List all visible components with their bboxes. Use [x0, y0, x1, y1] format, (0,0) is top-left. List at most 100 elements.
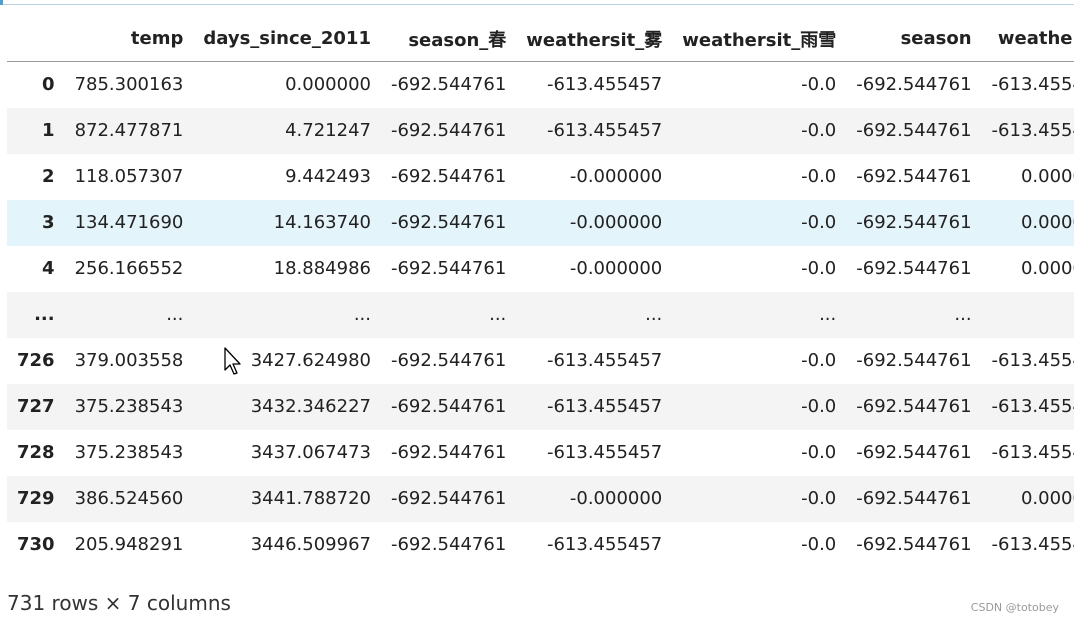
table-cell: 3446.509967 [250, 534, 371, 555]
table-cell: -0.000000 [569, 258, 663, 279]
table-cell: -613.455457 [546, 350, 663, 371]
table-cell: -692.544761 [856, 488, 972, 509]
column-header-season-spring: season_春 [380, 16, 517, 62]
column-header-weathersit-fog: weathersit_雾 [516, 16, 673, 62]
table-cell: 9.442493 [285, 166, 371, 187]
table-row: 2 118.057307 9.442493 -692.544761 -0.000000 -… [7, 154, 1074, 200]
table-cell: -692.544761 [390, 350, 507, 371]
table-row: 1 872.477871 4.721247 -692.544761 -613.45545… [7, 107, 1074, 154]
table-cell: -613.455457 [991, 350, 1074, 371]
table-cell: -613.455457 [991, 120, 1074, 141]
table-cell: 0.000000 [1020, 166, 1074, 187]
watermark: CSDN @totobey [970, 601, 1059, 614]
table-cell: -692.544761 [856, 74, 972, 96]
row-index: 726 [17, 350, 55, 371]
table-cell: -692.544761 [856, 120, 972, 141]
table-cell: -692.544761 [856, 350, 972, 371]
column-header-days-since-2011: days_since_2011 [193, 16, 381, 62]
table-cell: -692.544761 [856, 166, 972, 187]
column-header-index [7, 16, 65, 62]
table-row: 727 375.238543 3432.346227 -692.544761 -613.… [7, 383, 1074, 430]
table-cell: -0.0 [801, 258, 837, 279]
table-cell: -0.0 [801, 534, 837, 555]
table-cell: 14.163740 [273, 212, 371, 233]
table-row: 4 256.166552 18.884986 -692.544761 -0.000000… [7, 246, 1074, 292]
table-row: ........................ [7, 291, 1074, 338]
table-cell: 3441.788720 [250, 488, 371, 509]
row-index: 727 [17, 396, 55, 417]
table-row: 730 205.948291 3446.509967 -692.544761 -613.… [7, 522, 1074, 568]
table-cell: 4.721247 [285, 120, 371, 141]
table-cell: 18.884986 [273, 258, 371, 279]
table-cell: -613.455457 [546, 120, 663, 141]
table-cell: -613.455457 [546, 442, 663, 463]
column-header-weathersit: weathersit [981, 16, 1074, 62]
table-cell: 0.000000 [1020, 258, 1074, 279]
table-cell: 379.003558 [74, 350, 184, 371]
row-index: ... [34, 304, 55, 325]
row-index: 2 [42, 166, 55, 187]
table-cell: -692.544761 [856, 258, 972, 279]
table-cell: -692.544761 [390, 212, 507, 233]
table-cell: -0.000000 [569, 488, 663, 509]
table-cell: -613.455457 [991, 396, 1074, 417]
table-cell: ... [982, 292, 1074, 338]
table-cell: -0.0 [801, 350, 837, 371]
table-cell: 0.000000 [1020, 212, 1074, 233]
header-row: temp days_since_2011 season_春 weathersit… [7, 16, 1074, 62]
table-cell: -692.544761 [390, 120, 507, 141]
column-header-temp: temp [64, 16, 194, 62]
table-cell: 3427.624980 [250, 350, 371, 371]
table-cell: 256.166552 [74, 258, 184, 279]
table-cell: -0.0 [801, 166, 837, 187]
dataframe-table: temp days_since_2011 season_春 weathersit… [7, 16, 1074, 568]
table-cell: -613.455457 [546, 534, 663, 555]
table-cell: 375.238543 [74, 396, 184, 417]
column-header-season: season [846, 16, 982, 62]
table-cell: -0.0 [801, 74, 837, 96]
table-cell: -692.544761 [390, 488, 507, 509]
table-cell: 118.057307 [74, 166, 184, 187]
table-row: 3 134.471690 14.163740 -692.544761 -0.000000… [7, 199, 1074, 246]
mouse-pointer-icon [224, 347, 241, 375]
row-index: 1 [42, 120, 55, 141]
row-index: 3 [42, 212, 55, 233]
table-row: 729 386.524560 3441.788720 -692.544761 -0.00… [7, 475, 1074, 522]
table-cell: 0.000000 [1020, 488, 1074, 509]
table-cell: 0.000000 [285, 74, 371, 96]
table-cell: 785.300163 [74, 74, 184, 96]
table-cell: -692.544761 [390, 258, 507, 279]
cell-output-border [0, 0, 1074, 5]
table-cell: -613.455457 [991, 74, 1074, 96]
table-cell: -0.0 [801, 488, 837, 509]
table-cell: -692.544761 [390, 396, 507, 417]
table-row: 726 379.003558 3427.624980 -692.544761 -613.… [7, 338, 1074, 384]
row-index: 729 [17, 488, 55, 509]
table-cell: ... [166, 304, 184, 325]
table-cell: -0.0 [801, 396, 837, 417]
table-cell: -0.000000 [569, 212, 663, 233]
table-cell: -692.544761 [390, 74, 507, 96]
table-cell: 205.948291 [74, 534, 184, 555]
table-cell: 3437.067473 [250, 442, 371, 463]
table-cell: -692.544761 [390, 442, 507, 463]
table-cell: 872.477871 [74, 120, 184, 141]
row-index: 4 [42, 258, 55, 279]
table-cell: ... [819, 304, 837, 325]
table-cell: -613.455457 [991, 534, 1074, 555]
table-cell: -692.544761 [856, 534, 972, 555]
table-cell: -613.455457 [991, 442, 1074, 463]
row-index: 0 [42, 74, 55, 96]
table-cell: -692.544761 [390, 166, 507, 187]
row-index: 730 [17, 534, 55, 555]
table-cell: 386.524560 [74, 488, 184, 509]
table-cell: ... [353, 304, 371, 325]
table-cell: -0.000000 [569, 166, 663, 187]
table-cell: 134.471690 [74, 212, 184, 233]
column-header-weathersit-rain-snow: weathersit_雨雪 [672, 16, 847, 62]
table-cell: ... [954, 304, 972, 325]
table-cell: -692.544761 [856, 442, 972, 463]
table-cell: 3432.346227 [250, 396, 371, 417]
table-cell: -613.455457 [546, 74, 663, 96]
table-cell: -692.544761 [856, 212, 972, 233]
